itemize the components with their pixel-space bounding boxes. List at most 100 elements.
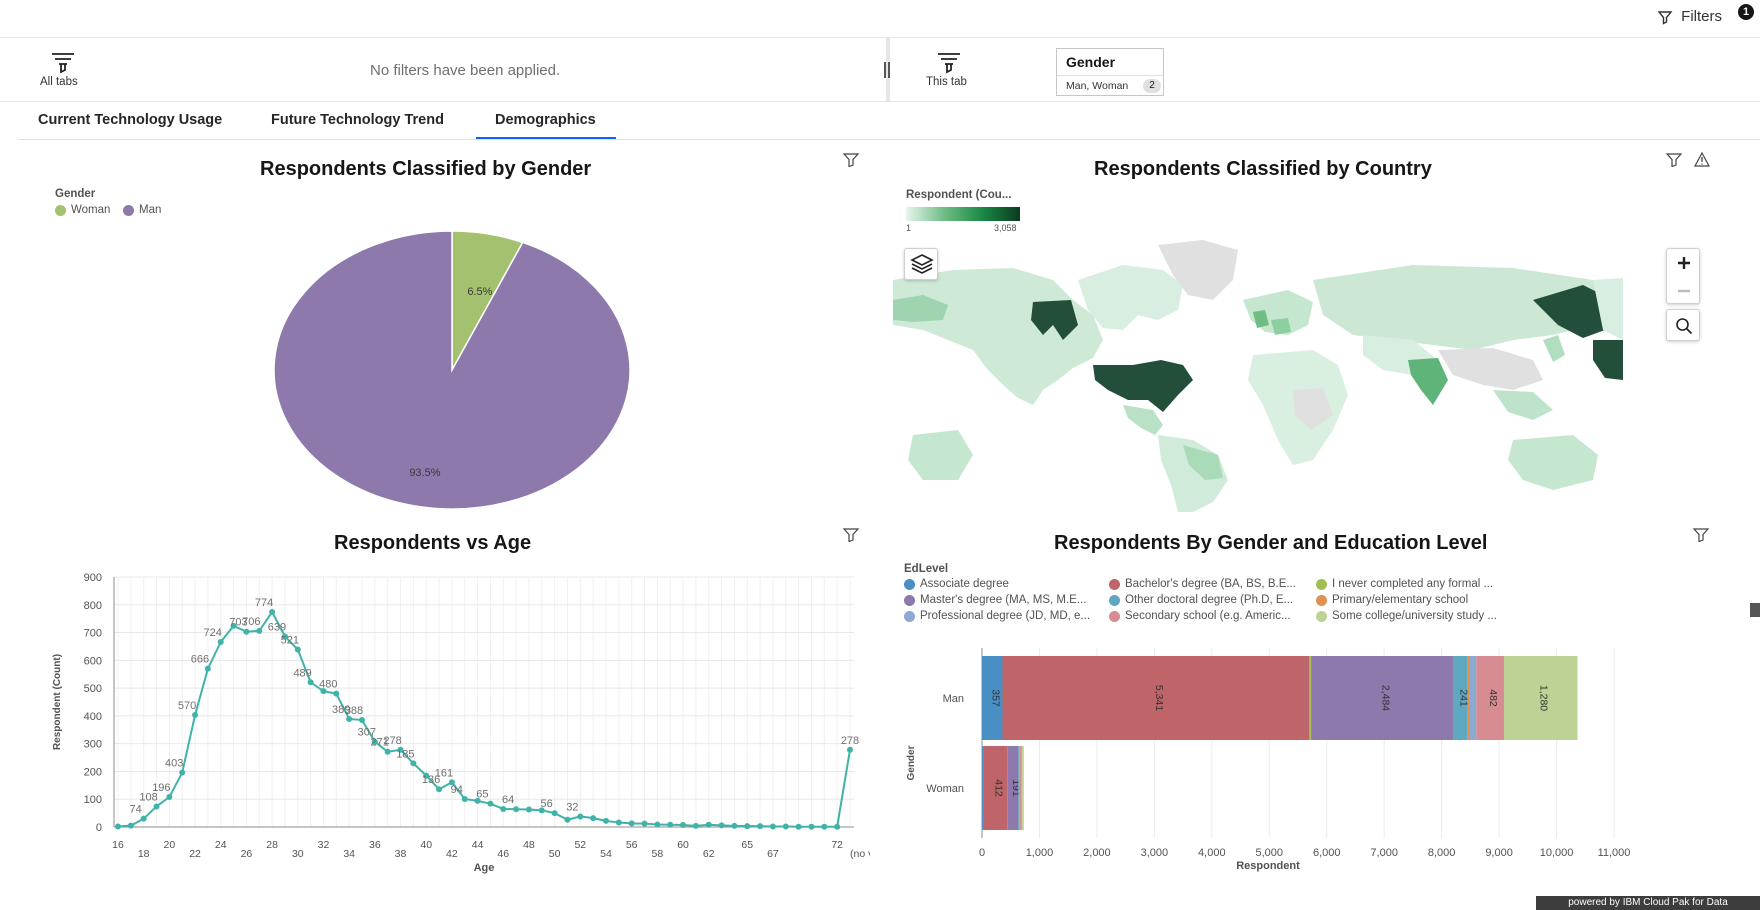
data-point[interactable] xyxy=(590,815,597,822)
data-point[interactable] xyxy=(294,646,301,653)
data-point[interactable] xyxy=(243,628,250,635)
data-point[interactable] xyxy=(603,817,609,824)
filter-icon[interactable] xyxy=(1693,528,1709,542)
filters-button[interactable]: Filters xyxy=(1657,8,1722,25)
gender-filter-card[interactable]: Gender Man, Woman 2 xyxy=(1056,48,1164,96)
data-point[interactable] xyxy=(551,810,558,817)
filter-icon[interactable] xyxy=(843,153,859,167)
data-point[interactable] xyxy=(782,823,789,830)
zoom-out-icon[interactable] xyxy=(1676,283,1692,299)
data-point[interactable] xyxy=(757,823,764,830)
bar-segment[interactable] xyxy=(1018,746,1020,830)
data-point[interactable] xyxy=(795,823,802,830)
data-point[interactable] xyxy=(115,823,121,830)
tab-demographics[interactable]: Demographics xyxy=(495,112,596,128)
bar-segment[interactable] xyxy=(1467,656,1470,740)
legend-item-woman[interactable]: Woman xyxy=(55,204,110,216)
data-point[interactable] xyxy=(127,822,134,829)
data-point[interactable] xyxy=(834,823,841,830)
data-point[interactable] xyxy=(564,816,571,823)
no-filters-message: No filters have been applied. xyxy=(370,62,561,79)
search-icon xyxy=(1676,318,1693,335)
bar-segment[interactable] xyxy=(1019,746,1022,830)
data-point[interactable] xyxy=(705,821,712,828)
legend-item[interactable]: Professional degree (JD, MD, e... xyxy=(904,610,1090,622)
legend-item[interactable]: Other doctoral degree (Ph.D, E... xyxy=(1109,594,1293,606)
data-point[interactable] xyxy=(153,803,160,810)
data-point[interactable] xyxy=(513,806,520,813)
data-point[interactable] xyxy=(718,822,725,829)
legend-swatch xyxy=(904,610,915,622)
filter-icon[interactable] xyxy=(843,528,859,542)
legend-item[interactable]: Master's degree (MA, MS, M.E... xyxy=(904,594,1086,606)
data-point[interactable] xyxy=(410,760,417,767)
legend-item[interactable]: Some college/university study ... xyxy=(1316,610,1497,622)
resize-handle[interactable] xyxy=(884,62,890,78)
data-point[interactable] xyxy=(179,769,186,776)
data-point[interactable] xyxy=(436,786,443,793)
warning-icon[interactable] xyxy=(1694,152,1710,167)
legend-item[interactable]: Bachelor's degree (BA, BS, B.E... xyxy=(1109,578,1296,590)
bar-segment[interactable] xyxy=(982,746,984,830)
pie-slice-man[interactable] xyxy=(273,230,631,510)
data-point[interactable] xyxy=(500,805,507,812)
data-point[interactable] xyxy=(307,679,314,686)
data-point[interactable] xyxy=(192,712,199,719)
data-point[interactable] xyxy=(217,639,224,645)
data-point[interactable] xyxy=(654,821,661,828)
data-point[interactable] xyxy=(204,665,211,672)
data-point[interactable] xyxy=(641,820,648,827)
x-tick-label: 18 xyxy=(138,848,150,860)
data-point[interactable] xyxy=(487,800,494,807)
map-search-button[interactable] xyxy=(1666,309,1700,341)
data-point[interactable] xyxy=(744,823,751,830)
x-tick-label: 7,000 xyxy=(1370,847,1398,859)
data-label: 388 xyxy=(345,705,363,717)
legend-item[interactable]: Associate degree xyxy=(904,578,1009,590)
data-point[interactable] xyxy=(667,821,674,828)
data-point[interactable] xyxy=(333,690,340,697)
x-tick-label: 46 xyxy=(497,848,509,860)
tab-future-technology-trend[interactable]: Future Technology Trend xyxy=(271,112,444,128)
y-tick-label: 600 xyxy=(84,655,102,667)
filter-icon[interactable] xyxy=(1666,153,1682,167)
legend-item-man[interactable]: Man xyxy=(123,204,161,216)
data-label: 403 xyxy=(165,758,183,770)
gender-pie-chart: 6.5% 93.5% xyxy=(273,230,631,510)
tab-current-technology-usage[interactable]: Current Technology Usage xyxy=(38,112,222,128)
data-point[interactable] xyxy=(269,609,276,615)
data-point[interactable] xyxy=(692,822,699,829)
data-point[interactable] xyxy=(384,748,391,755)
all-tabs-label: All tabs xyxy=(40,76,78,88)
data-point[interactable] xyxy=(808,823,815,830)
data-point[interactable] xyxy=(821,823,828,830)
bar-segment[interactable] xyxy=(1309,656,1312,740)
bar-segment[interactable] xyxy=(1469,656,1477,740)
map-layers-button[interactable] xyxy=(904,248,938,280)
legend-item[interactable]: I never completed any formal ... xyxy=(1316,578,1493,590)
data-point[interactable] xyxy=(577,813,584,820)
zoom-in-icon[interactable] xyxy=(1676,255,1692,271)
scroll-handle[interactable] xyxy=(1750,603,1760,617)
legend-item[interactable]: Secondary school (e.g. Americ... xyxy=(1109,610,1291,622)
x-tick-label: 10,000 xyxy=(1540,847,1574,859)
x-tick-label: 16 xyxy=(112,839,124,851)
data-point[interactable] xyxy=(680,822,687,829)
data-point[interactable] xyxy=(461,795,468,802)
data-point[interactable] xyxy=(256,627,263,634)
x-axis-title: Age xyxy=(474,862,495,874)
data-point[interactable] xyxy=(615,819,622,826)
data-point[interactable] xyxy=(359,717,365,724)
data-point[interactable] xyxy=(525,806,532,813)
data-point[interactable] xyxy=(731,822,738,829)
bar-segment[interactable] xyxy=(1019,746,1020,830)
data-label: 706 xyxy=(242,616,260,628)
data-point[interactable] xyxy=(140,815,147,822)
bar-segment[interactable] xyxy=(1021,746,1024,830)
data-point[interactable] xyxy=(628,820,635,827)
data-point[interactable] xyxy=(166,794,173,800)
world-map[interactable] xyxy=(893,240,1711,512)
legend-item[interactable]: Primary/elementary school xyxy=(1316,594,1468,606)
data-point[interactable] xyxy=(769,823,776,830)
data-point[interactable] xyxy=(847,746,853,753)
